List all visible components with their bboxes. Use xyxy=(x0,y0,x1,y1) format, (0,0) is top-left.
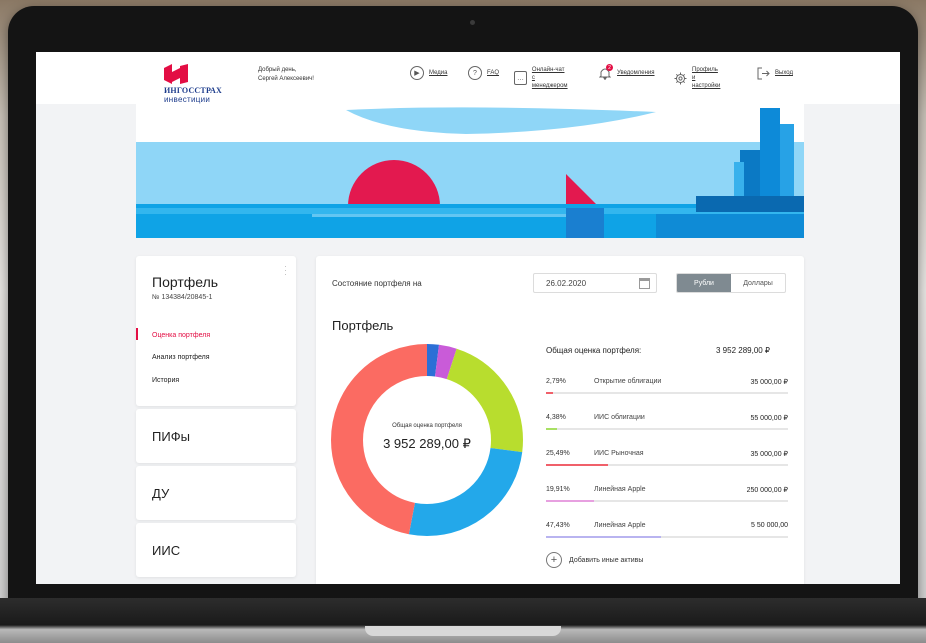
holding-share-fill xyxy=(546,428,557,430)
holding-amount: 5 50 000,00 xyxy=(751,522,788,529)
brand-name: ИНГОССТРАХ xyxy=(164,86,222,95)
holding-percent: 2,79% xyxy=(546,378,566,385)
sidebar-section-du[interactable]: ДУ xyxy=(136,466,296,520)
nav-logout-label: Выход xyxy=(775,70,793,76)
total-value: 3 952 289,00 ₽ xyxy=(716,346,771,355)
sidebar-link-history[interactable]: История xyxy=(152,377,179,384)
nav-chat[interactable]: … Онлайн-чат с менеджером xyxy=(514,66,569,90)
nav-faq-label: FAQ xyxy=(487,70,500,76)
nav-chat-label: Онлайн-чат с менеджером xyxy=(532,66,569,90)
add-assets-label: Добавить иные активы xyxy=(569,556,644,564)
nav-chat-label-line2: с менеджером xyxy=(531,75,568,89)
active-indicator xyxy=(136,328,138,340)
holding-share-bar xyxy=(546,500,788,502)
sidebar-section-iis[interactable]: ИИС xyxy=(136,523,296,577)
bell-icon: 2 xyxy=(598,64,613,80)
nav-profile-label: Профиль и настройки xyxy=(692,66,721,90)
sidebar-section-pif[interactable]: ПИФы xyxy=(136,409,296,463)
date-value: 26.02.2020 xyxy=(546,279,587,288)
brand-logo[interactable]: ИНГОССТРАХ инвестиции xyxy=(164,64,234,104)
sidebar-section-pif-label: ПИФы xyxy=(152,429,190,444)
holding-row[interactable]: 47,43% Линейная Apple 5 50 000,00 xyxy=(546,522,788,546)
gear-icon xyxy=(674,71,687,85)
date-input[interactable]: 26.02.2020 xyxy=(533,273,657,293)
logout-icon xyxy=(756,66,770,80)
sidebar-link-valuation[interactable]: Оценка портфеля xyxy=(152,332,210,339)
holding-amount: 55 000,00 ₽ xyxy=(750,415,788,422)
holding-share-fill xyxy=(546,536,661,538)
hero-illustration xyxy=(136,104,804,238)
laptop-base xyxy=(0,598,926,643)
notification-badge: 2 xyxy=(606,64,613,71)
currency-switch: Рубли Доллары xyxy=(676,273,786,293)
more-icon[interactable]: · · · xyxy=(284,262,287,279)
calendar-icon[interactable] xyxy=(639,278,650,289)
holding-percent: 4,38% xyxy=(546,414,566,421)
greeting-line1: Добрый день, xyxy=(258,67,297,73)
holding-percent: 19,91% xyxy=(546,486,570,493)
sidebar-section-du-label: ДУ xyxy=(152,486,170,501)
holding-percent: 25,49% xyxy=(546,450,570,457)
portfolio-side-card: Портфель № 134384/20845-1 · · · Оценка пор… xyxy=(136,256,296,406)
holding-row[interactable]: 19,91% Линейная Apple 250 000,00 ₽ xyxy=(546,486,788,510)
nav-logout[interactable]: Выход xyxy=(756,66,793,80)
greeting: Добрый день, Сергей Алексеевич! xyxy=(258,66,314,84)
sidebar-title: Портфель xyxy=(152,274,219,290)
holding-amount: 250 000,00 ₽ xyxy=(746,487,788,494)
nav-faq[interactable]: ? FAQ xyxy=(468,66,499,80)
holding-amount: 35 000,00 ₽ xyxy=(750,451,788,458)
portfolio-number: № 134384/20845-1 xyxy=(152,294,213,301)
holding-row[interactable]: 25,49% ИИС Рыночная 35 000,00 ₽ xyxy=(546,450,788,474)
camera-dot xyxy=(470,20,475,25)
plus-icon: + xyxy=(546,552,562,568)
portfolio-main-card: Состояние портфеля на 26.02.2020 Рубли Д… xyxy=(316,256,804,584)
app-header: ИНГОССТРАХ инвестиции Добрый день, Серге… xyxy=(36,52,900,104)
play-icon: ▶ xyxy=(410,66,424,80)
question-icon: ? xyxy=(468,66,482,80)
total-label: Общая оценка портфеля: xyxy=(546,346,642,355)
holding-name: Линейная Apple xyxy=(594,522,646,529)
sidebar-link-analysis[interactable]: Анализ портфеля xyxy=(152,354,210,361)
holding-name: ИИС Рыночная xyxy=(594,450,644,457)
donut-center-label: Общая оценка портфеля xyxy=(392,423,462,429)
holding-name: ИИС облигации xyxy=(594,414,645,421)
currency-usd-button[interactable]: Доллары xyxy=(731,274,785,292)
nav-profile[interactable]: Профиль и настройки xyxy=(674,66,721,90)
brand-logo-mark xyxy=(164,64,188,84)
portfolio-title: Портфель xyxy=(332,318,394,333)
add-assets-button[interactable]: + Добавить иные активы xyxy=(546,552,643,568)
holding-name: Линейная Apple xyxy=(594,486,646,493)
nav-media-label: Медиа xyxy=(429,70,448,76)
holding-share-fill xyxy=(546,500,595,502)
hero-banner xyxy=(136,104,804,238)
nav-notifications[interactable]: 2 Уведомления xyxy=(598,64,655,80)
holding-percent: 47,43% xyxy=(546,522,570,529)
holding-share-fill xyxy=(546,392,553,394)
holding-share-fill xyxy=(546,464,608,466)
holding-share-bar xyxy=(546,428,788,430)
greeting-user: Сергей Алексеевич! xyxy=(258,76,314,82)
currency-rub-button[interactable]: Рубли xyxy=(677,274,731,292)
nav-profile-label-line2: и настройки xyxy=(692,75,721,89)
laptop-notch xyxy=(365,626,561,636)
nav-profile-label-line1: Профиль xyxy=(692,67,718,73)
holding-name: Открытие облигации xyxy=(594,378,662,385)
holding-row[interactable]: 2,79% Открытие облигации 35 000,00 ₽ xyxy=(546,378,788,402)
brand-subname: инвестиции xyxy=(164,95,211,104)
holding-share-bar xyxy=(546,464,788,466)
nav-notifications-label: Уведомления xyxy=(617,70,655,76)
nav-media[interactable]: ▶ Медиа xyxy=(410,66,447,80)
sidebar-section-iis-label: ИИС xyxy=(152,543,181,558)
holding-share-bar xyxy=(546,392,788,394)
holding-amount: 35 000,00 ₽ xyxy=(750,379,788,386)
nav-chat-label-line1: Онлайн-чат xyxy=(531,67,565,73)
chat-icon: … xyxy=(514,71,527,85)
holding-row[interactable]: 4,38% ИИС облигации 55 000,00 ₽ xyxy=(546,414,788,438)
donut-center-value: 3 952 289,00 ₽ xyxy=(383,436,471,451)
app-screen: ИНГОССТРАХ инвестиции Добрый день, Серге… xyxy=(36,52,900,584)
holding-share-bar xyxy=(546,536,788,538)
state-label: Состояние портфеля на xyxy=(332,279,422,288)
